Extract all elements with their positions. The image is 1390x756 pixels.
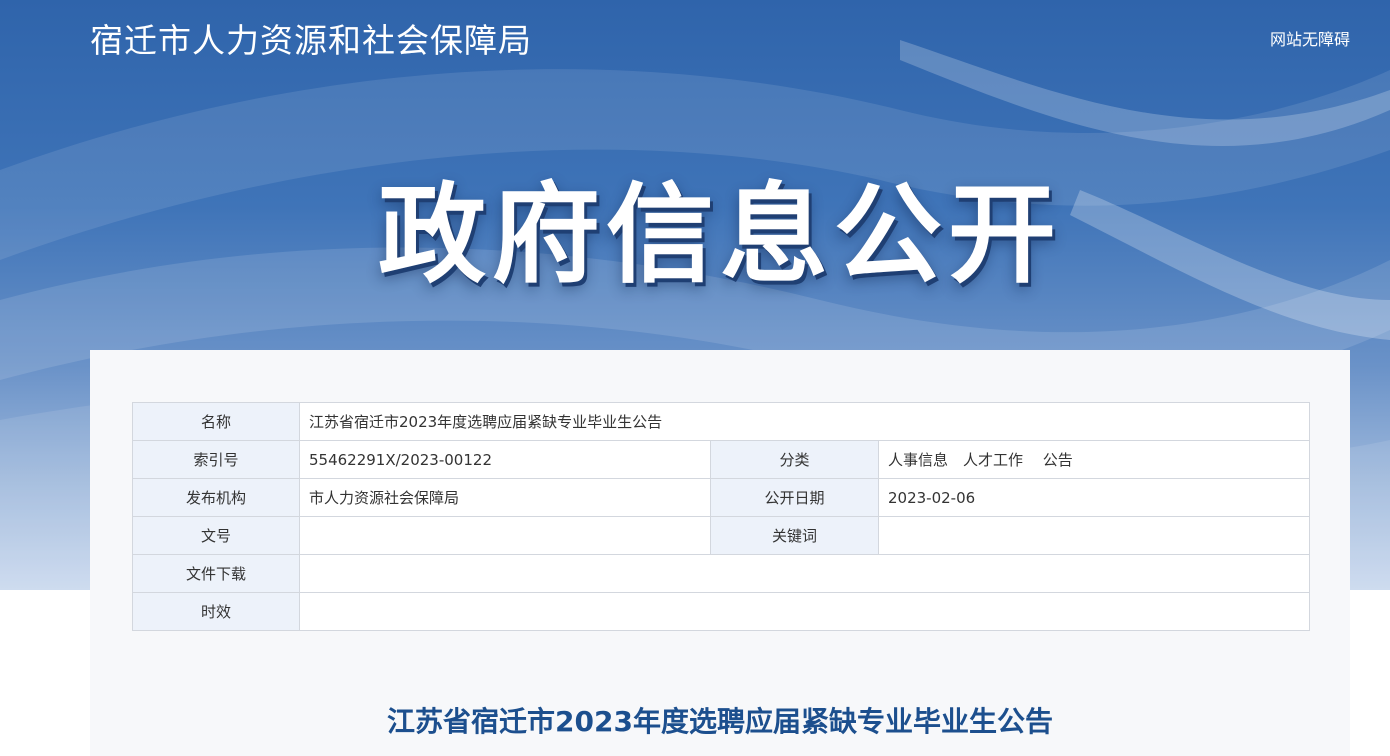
keywords-label: 关键词 bbox=[710, 516, 879, 555]
page: 宿迁市人力资源和社会保障局 网站无障碍 政府信息公开 名称 江苏省宿迁市2023… bbox=[0, 0, 1390, 756]
info-table: 名称 江苏省宿迁市2023年度选聘应届紧缺专业毕业生公告 索引号 5546229… bbox=[132, 402, 1310, 631]
content-panel: 名称 江苏省宿迁市2023年度选聘应届紧缺专业毕业生公告 索引号 5546229… bbox=[90, 350, 1350, 756]
name-label: 名称 bbox=[132, 402, 300, 441]
doc-no-value bbox=[299, 516, 711, 555]
date-value: 2023-02-06 bbox=[878, 478, 1310, 517]
category-label: 分类 bbox=[710, 440, 879, 479]
site-title[interactable]: 宿迁市人力资源和社会保障局 bbox=[90, 14, 532, 62]
hero-title: 政府信息公开 bbox=[377, 173, 1062, 298]
info-row-name: 名称 江苏省宿迁市2023年度选聘应届紧缺专业毕业生公告 bbox=[132, 402, 1310, 441]
name-value: 江苏省宿迁市2023年度选聘应届紧缺专业毕业生公告 bbox=[299, 402, 1310, 441]
category-value: 人事信息 人才工作 公告 bbox=[878, 440, 1310, 479]
keywords-value bbox=[878, 516, 1310, 555]
info-row-doc-no: 文号 关键词 bbox=[132, 516, 1310, 555]
doc-no-label: 文号 bbox=[132, 516, 300, 555]
info-row-validity: 时效 bbox=[132, 592, 1310, 631]
date-label: 公开日期 bbox=[710, 478, 879, 517]
article-title: 江苏省宿迁市2023年度选聘应届紧缺专业毕业生公告 bbox=[387, 705, 1053, 738]
info-row-index: 索引号 55462291X/2023-00122 分类 人事信息 人才工作 公告 bbox=[132, 440, 1310, 479]
validity-value bbox=[299, 592, 1310, 631]
index-label: 索引号 bbox=[132, 440, 300, 479]
download-label: 文件下载 bbox=[132, 554, 300, 593]
download-value[interactable] bbox=[299, 554, 1310, 593]
publisher-label: 发布机构 bbox=[132, 478, 300, 517]
accessibility-link[interactable]: 网站无障碍 bbox=[1270, 26, 1350, 50]
info-row-publisher: 发布机构 市人力资源社会保障局 公开日期 2023-02-06 bbox=[132, 478, 1310, 517]
info-row-download: 文件下载 bbox=[132, 554, 1310, 593]
validity-label: 时效 bbox=[132, 592, 300, 631]
publisher-value: 市人力资源社会保障局 bbox=[299, 478, 711, 517]
index-value: 55462291X/2023-00122 bbox=[299, 440, 711, 479]
